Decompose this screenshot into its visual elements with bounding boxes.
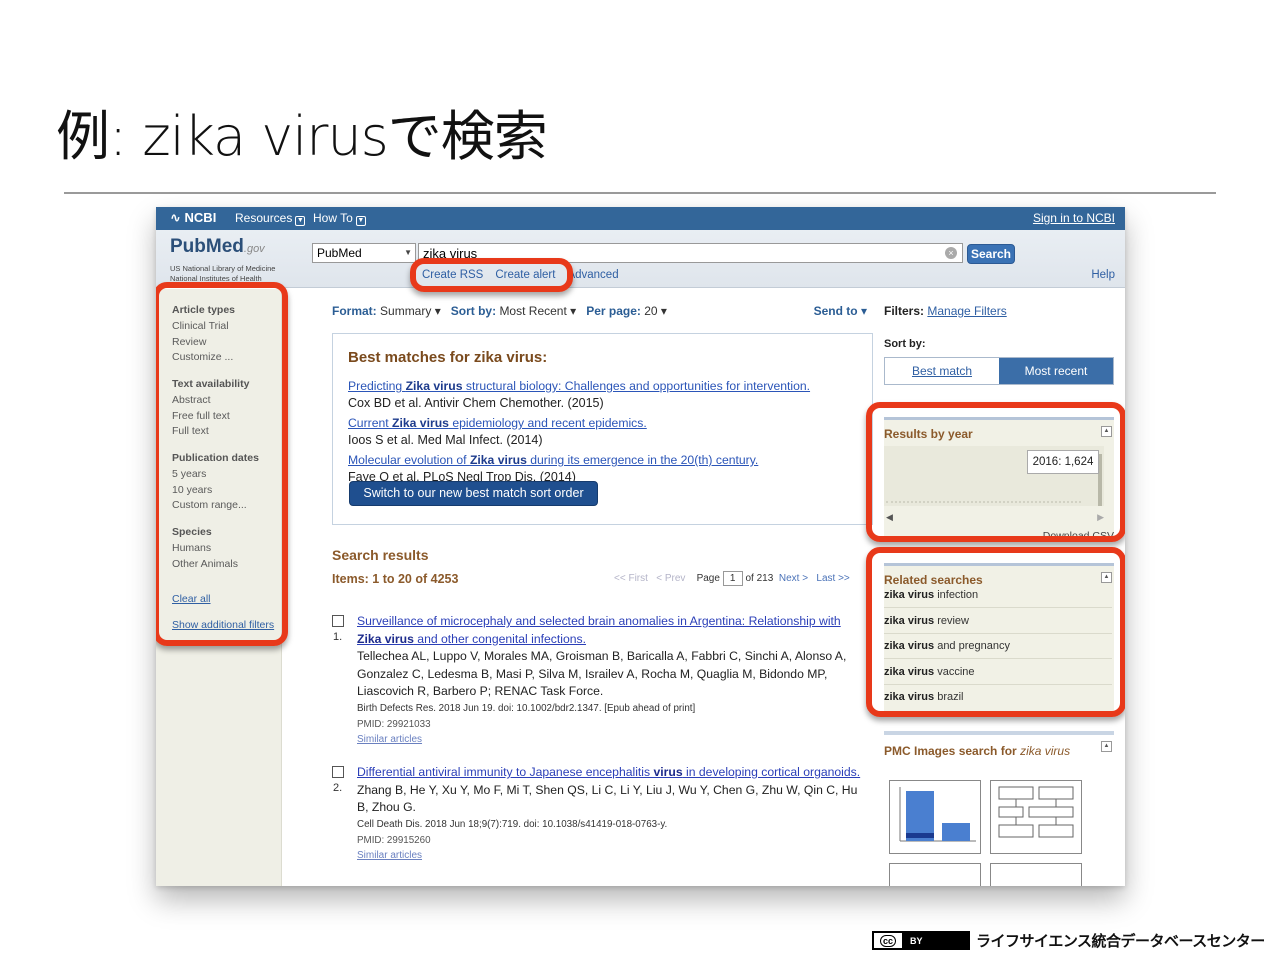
sort-dropdown[interactable]: Sort by: Most Recent ▾ (451, 304, 576, 318)
pager: << First < Prev Page 1 of 213 Next > Las… (614, 571, 850, 586)
pmc-image-thumbnail[interactable] (990, 780, 1082, 854)
clear-icon[interactable]: × (945, 247, 957, 259)
pubmed-screenshot: ∿ NCBI Resources ▼ How To ▼ Sign in to NCB… (156, 207, 1125, 886)
result-number: 1. (333, 631, 343, 643)
highlight-related-searches-callout (866, 547, 1125, 717)
last-page-link[interactable]: Last >> (816, 573, 849, 584)
best-matches-box: Best matches for zika virus: Predicting … (332, 333, 873, 525)
manage-filters-link[interactable]: Manage Filters (927, 304, 1006, 318)
pmc-image-thumbnail[interactable] (889, 780, 981, 854)
pmc-images-panel: PMC Images search for zika virus ▲ (884, 731, 1114, 886)
database-select[interactable]: PubMed ▼ (312, 243, 416, 263)
best-match-citation: Ioos S et al. Med Mal Infect. (2014) (348, 433, 543, 447)
page-label: Page (696, 573, 720, 585)
switch-sort-order-button[interactable]: Switch to our new best match sort order (349, 481, 598, 506)
items-count: Items: 1 to 20 of 4253 (332, 572, 459, 586)
pubmed-logo[interactable]: PubMed.gov (170, 236, 265, 258)
organization-name: ライフサイエンス統合データベースセンター (976, 932, 1265, 950)
caret-down-icon: ▾ (570, 304, 577, 318)
result-authors: Zhang B, He Y, Xu Y, Mo F, Mi T, Shen QS… (357, 782, 858, 815)
most-recent-tab[interactable]: Most recent (999, 358, 1113, 384)
similar-articles-link[interactable]: Similar articles (357, 848, 867, 863)
chevron-down-icon: ▼ (355, 216, 366, 226)
first-page-link[interactable]: << First (614, 573, 648, 584)
send-to-dropdown[interactable]: Send to ▾ (814, 304, 867, 318)
best-match-tab[interactable]: Best match (885, 358, 999, 384)
best-matches-title: Best matches for zika virus: (348, 349, 548, 366)
highlight-rss-alert-callout (410, 258, 573, 292)
result-authors: Tellechea AL, Luppo V, Morales MA, Grois… (357, 649, 847, 698)
similar-articles-link[interactable]: Similar articles (357, 732, 867, 747)
title-divider (64, 192, 1216, 194)
resources-menu[interactable]: Resources ▼ (235, 211, 306, 226)
highlight-results-by-year-callout (866, 402, 1125, 542)
chevron-down-icon: ▼ (404, 248, 412, 257)
pmc-images-title: PMC Images search for zika virus (884, 744, 1071, 758)
ncbi-top-bar: ∿ NCBI Resources ▼ How To ▼ Sign in to NCB… (156, 207, 1125, 230)
prev-page-link[interactable]: < Prev (656, 573, 685, 584)
sort-by-label: Sort by: (884, 338, 926, 350)
chevron-down-icon: ▼ (295, 216, 306, 226)
caret-down-icon: ▾ (660, 304, 667, 318)
pmc-image-thumbnail[interactable] (990, 863, 1082, 886)
result-journal: Cell Death Dis. 2018 Jun 18;9(7):719. do… (357, 818, 668, 830)
result-checkbox[interactable] (332, 766, 344, 778)
search-button[interactable]: Search (967, 244, 1015, 264)
result-title-link[interactable]: Differential antiviral immunity to Japan… (357, 764, 867, 782)
highlight-sidebar-callout (156, 282, 288, 646)
caret-down-icon: ▾ (860, 304, 867, 318)
nlm-subtitle: US National Library of Medicine National … (170, 264, 276, 283)
sign-in-link[interactable]: Sign in to NCBI (1033, 211, 1115, 225)
next-page-link[interactable]: Next > (779, 573, 808, 584)
slide-title: 例: zika virusで検索 (56, 105, 548, 168)
filters-label: Filters: Manage Filters (884, 304, 1007, 318)
search-results-heading: Search results (332, 547, 429, 563)
best-match-link[interactable]: Current Zika virus epidemiology and rece… (348, 416, 647, 430)
page-total: of 213 (745, 573, 774, 585)
bar-chart-thumbnail-icon (899, 787, 976, 842)
page-number-input[interactable]: 1 (722, 571, 743, 586)
caret-down-icon: ▾ (434, 304, 441, 318)
ncbi-logo[interactable]: ∿ NCBI (170, 210, 216, 226)
best-match-link[interactable]: Predicting Zika virus structural biology… (348, 379, 810, 393)
help-link[interactable]: Help (1091, 269, 1115, 281)
advanced-link[interactable]: Advanced (567, 269, 618, 281)
display-settings-bar: Format: Summary ▾ Sort by: Most Recent ▾… (332, 304, 867, 318)
slide-footer: cc BY ライフサイエンス統合データベースセンター (872, 930, 1265, 951)
result-checkbox[interactable] (332, 615, 344, 627)
how-to-menu[interactable]: How To ▼ (313, 211, 366, 226)
result-pmid: PMID: 29921033 (357, 718, 431, 730)
pmc-image-thumbnail[interactable] (889, 863, 981, 886)
best-match-citation: Cox BD et al. Antivir Chem Chemother. (2… (348, 396, 604, 410)
result-number: 2. (333, 782, 343, 794)
search-masthead: PubMed.gov US National Library of Medici… (156, 230, 1125, 288)
best-match-link[interactable]: Molecular evolution of Zika virus during… (348, 453, 758, 467)
per-page-dropdown[interactable]: Per page: 20 ▾ (586, 304, 667, 318)
collapse-icon[interactable]: ▲ (1101, 741, 1112, 752)
flowchart-thumbnail-icon (998, 786, 1074, 838)
result-title-link[interactable]: Surveillance of microcephaly and selecte… (357, 613, 867, 648)
sort-toggle: Best match Most recent (884, 357, 1114, 385)
result-pmid: PMID: 29915260 (357, 834, 431, 846)
format-dropdown[interactable]: Format: Summary ▾ (332, 304, 441, 318)
ncbi-helix-icon: ∿ (170, 210, 181, 225)
cc-by-license-icon: cc BY (872, 931, 970, 950)
result-journal: Birth Defects Res. 2018 Jun 19. doi: 10.… (357, 702, 696, 714)
